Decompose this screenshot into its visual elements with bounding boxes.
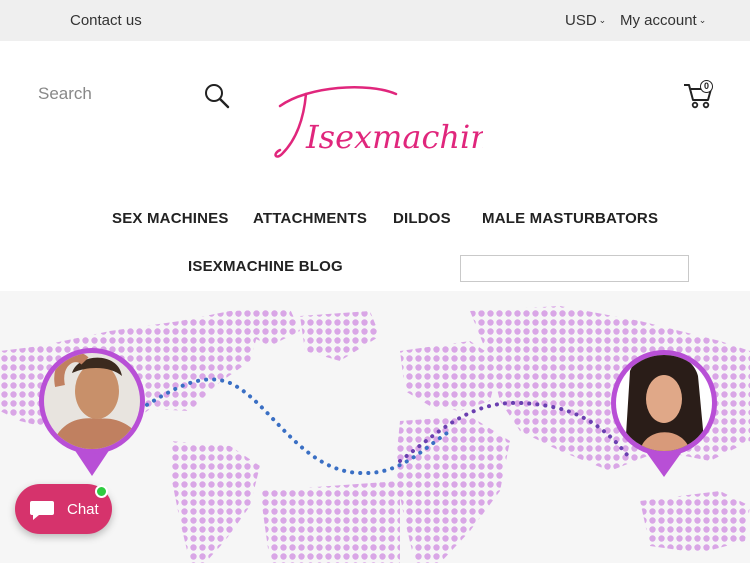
hero-banner[interactable] (0, 291, 750, 563)
chevron-down-icon: ⌄ (698, 15, 707, 25)
top-bar: Contact us USD ⌄ My account ⌄ (0, 0, 750, 41)
nav-attachments[interactable]: ATTACHMENTS (253, 210, 367, 227)
world-map-illustration (0, 306, 750, 563)
contact-us-link[interactable]: Contact us (70, 12, 142, 29)
nav-dildos[interactable]: DILDOS (393, 210, 451, 227)
nav-sex-machines[interactable]: SEX MACHINES (112, 210, 229, 227)
currency-label: USD (565, 12, 597, 29)
chat-bubble-icon (30, 501, 54, 520)
nav-male-masturbators[interactable]: MALE MASTURBATORS (482, 210, 658, 227)
nav-isexmachine-blog[interactable]: ISEXMACHINE BLOG (188, 258, 343, 275)
online-status-dot (95, 485, 108, 498)
chat-label: Chat (67, 501, 99, 518)
nav-search-input[interactable] (460, 255, 689, 282)
logo-text: Isexmachine (305, 118, 483, 156)
chevron-down-icon: ⌄ (598, 15, 607, 25)
currency-selector[interactable]: USD ⌄ (565, 12, 606, 29)
search-icon[interactable] (203, 82, 231, 110)
cart-count-badge: 0 (700, 80, 713, 93)
account-label: My account (620, 12, 697, 29)
my-account-menu[interactable]: My account ⌄ (620, 12, 706, 29)
site-logo[interactable]: Isexmachine (268, 76, 483, 171)
